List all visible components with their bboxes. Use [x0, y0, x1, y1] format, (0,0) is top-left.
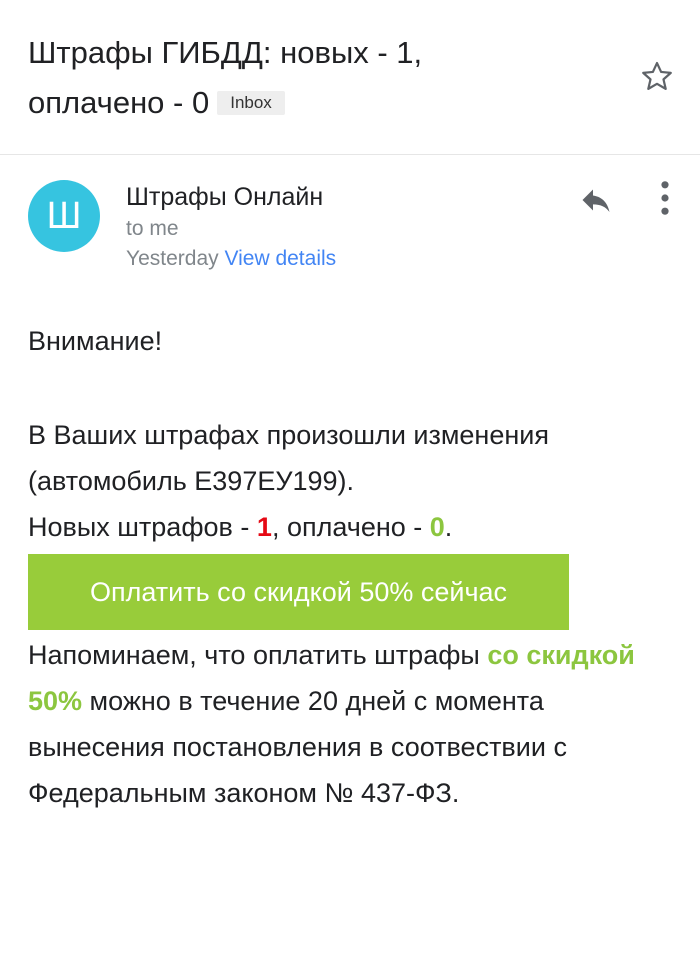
- inbox-label[interactable]: Inbox: [217, 91, 285, 115]
- paid-count: 0: [429, 512, 445, 542]
- paid-prefix: , оплачено -: [271, 512, 430, 542]
- changes-line-1: В Ваших штрафах произошли изменения: [28, 420, 549, 450]
- avatar[interactable]: Ш: [28, 180, 100, 252]
- recipient-line: to me: [126, 217, 179, 240]
- email-header: Штрафы ГИБДД: новых - 1, оплачено - 0 Inb…: [0, 0, 700, 155]
- star-icon[interactable]: [638, 58, 676, 96]
- reminder-paragraph: Напоминаем, что оплатить штрафы со скидк…: [28, 632, 668, 816]
- paid-suffix: .: [444, 512, 453, 542]
- reminder-suffix: можно в течение 20 дней с момента вынесе…: [28, 686, 567, 808]
- date-line: Yesterday View details: [126, 244, 336, 274]
- changes-paragraph: В Ваших штрафах произошли изменения (авт…: [28, 412, 678, 550]
- new-fines-prefix: Новых штрафов -: [28, 512, 257, 542]
- view-details-link[interactable]: View details: [224, 247, 336, 270]
- email-date: Yesterday: [126, 247, 219, 270]
- avatar-initial: Ш: [46, 195, 82, 237]
- reply-icon[interactable]: [576, 182, 616, 218]
- sender-name[interactable]: Штрафы Онлайн: [126, 180, 323, 214]
- new-fines-count: 1: [256, 512, 272, 542]
- subject-line-1: Штрафы ГИБДД: новых - 1,: [28, 35, 423, 70]
- attention-heading: Внимание!: [28, 326, 163, 356]
- pay-discount-button[interactable]: Оплатить со скидкой 50% сейчас: [28, 554, 569, 630]
- subject-line-2: оплачено - 0: [28, 85, 210, 120]
- changes-line-2: (автомобиль Е397ЕУ199).: [28, 466, 355, 496]
- more-vert-icon[interactable]: [652, 180, 678, 216]
- email-body: Внимание! В Ваших штрафах произошли изме…: [28, 318, 678, 816]
- reminder-prefix: Напоминаем, что оплатить штрафы: [28, 640, 488, 670]
- email-subject: Штрафы ГИБДД: новых - 1, оплачено - 0 Inb…: [28, 28, 608, 128]
